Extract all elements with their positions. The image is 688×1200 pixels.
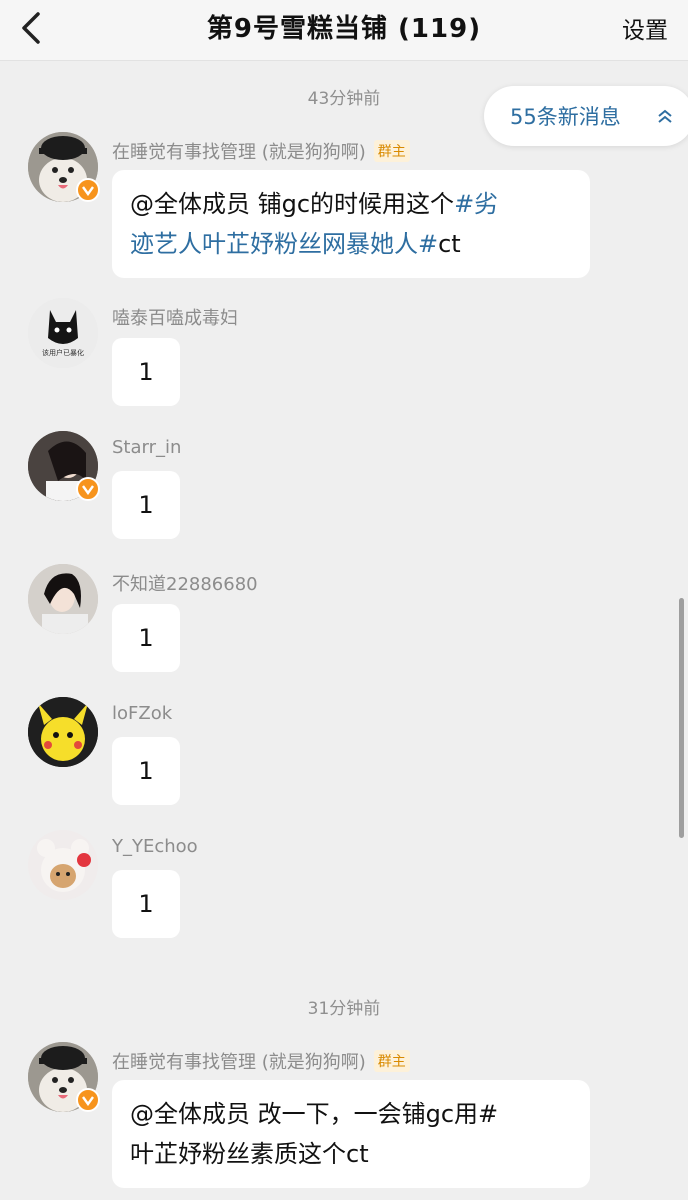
sender-name: 不知道22886680 bbox=[112, 574, 258, 595]
timestamp: 31分钟前 bbox=[307, 999, 381, 1019]
avatar[interactable] bbox=[28, 564, 98, 634]
new-messages-label: 55条新消息 bbox=[510, 105, 621, 129]
message-bubble[interactable]: 1 bbox=[112, 604, 180, 672]
scrollbar[interactable] bbox=[679, 598, 684, 838]
avatar[interactable] bbox=[28, 697, 98, 767]
message-bubble[interactable]: 1 bbox=[112, 737, 180, 805]
sender-name: Y_YEchoo bbox=[112, 836, 198, 857]
message-bubble[interactable]: @全体成员 改一下，一会铺gc用# 叶芷妤粉丝素质这个ct bbox=[112, 1080, 590, 1188]
message-bubble[interactable]: 1 bbox=[112, 471, 180, 539]
hashtag-link[interactable]: 迹艺人叶芷妤粉丝网暴她人# bbox=[130, 230, 438, 258]
sender-name: 在睡觉有事找管理 (就是狗狗啊) 群主 bbox=[112, 1048, 410, 1074]
group-owner-badge: 群主 bbox=[373, 1050, 410, 1072]
sender-name: 嗑泰百嗑成毒妇 bbox=[112, 308, 238, 329]
sender-name: Starr_in bbox=[112, 437, 182, 458]
message-bubble[interactable]: @全体成员 铺gc的时候用这个#劣 迹艺人叶芷妤粉丝网暴她人#ct bbox=[112, 170, 590, 278]
chat-title: 第9号雪糕当铺 (119) bbox=[206, 14, 482, 44]
new-messages-button[interactable]: 55条新消息 bbox=[484, 86, 688, 146]
verified-icon bbox=[76, 477, 100, 501]
group-owner-badge: 群主 bbox=[373, 140, 410, 162]
avatar[interactable]: 该用户已暴化 bbox=[28, 298, 98, 368]
chevron-up-icon bbox=[658, 109, 672, 123]
avatar[interactable] bbox=[28, 830, 98, 900]
sender-name: loFZok bbox=[112, 703, 173, 724]
message-bubble[interactable]: 1 bbox=[112, 338, 180, 406]
sender-name: 在睡觉有事找管理 (就是狗狗啊) 群主 bbox=[112, 138, 410, 164]
message-bubble[interactable]: 1 bbox=[112, 870, 180, 938]
chat-header: 第9号雪糕当铺 (119) 设置 bbox=[0, 0, 688, 61]
verified-icon bbox=[76, 178, 100, 202]
settings-button[interactable]: 设置 bbox=[622, 11, 668, 45]
hashtag-link[interactable]: #劣 bbox=[454, 190, 498, 218]
verified-icon bbox=[76, 1088, 100, 1112]
svg-text:该用户已暴化: 该用户已暴化 bbox=[42, 348, 84, 357]
